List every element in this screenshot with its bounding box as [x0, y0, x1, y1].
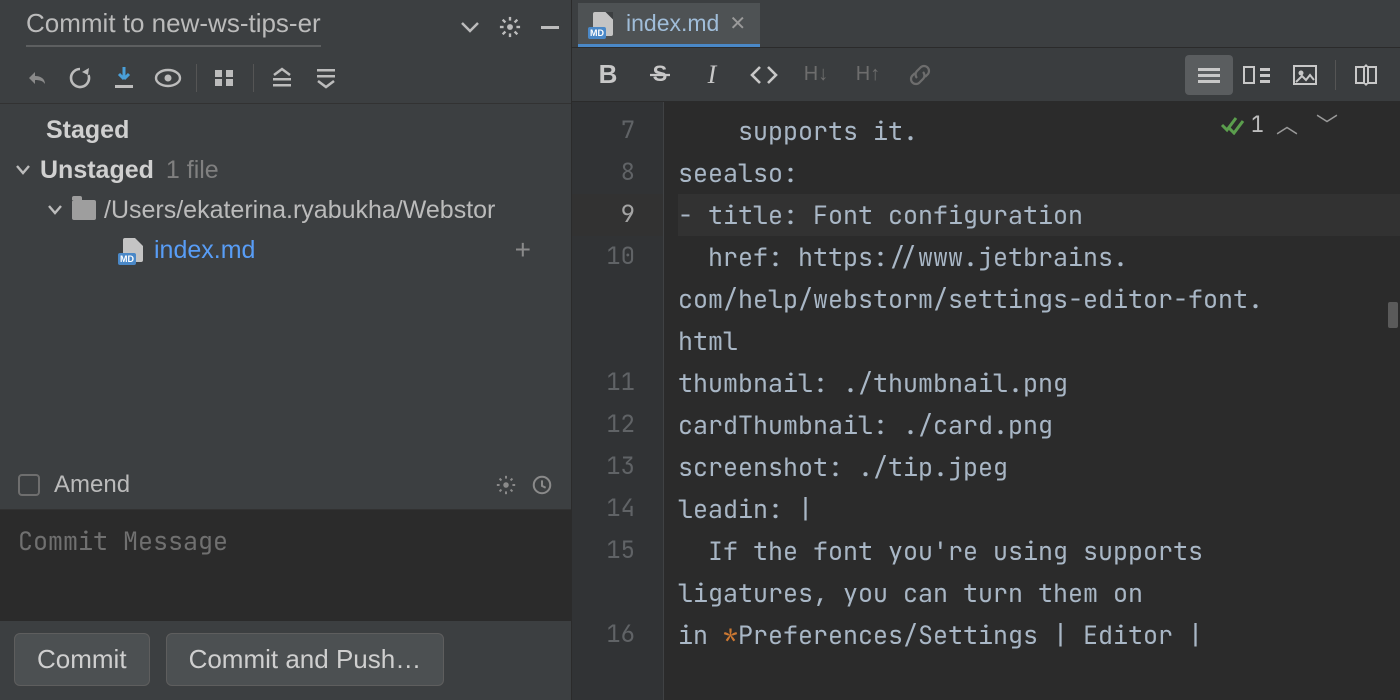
line-number: 12 [572, 404, 663, 446]
strikethrough-icon[interactable]: S [634, 55, 686, 95]
commit-history-icon[interactable] [531, 474, 553, 496]
italic-icon[interactable]: I [686, 55, 738, 95]
code-line: href: https://www.jetbrains. [678, 236, 1400, 278]
code-line: If the font you're using supports [678, 530, 1400, 572]
markdown-toolbar: B S I H↓ H↑ [572, 48, 1400, 102]
unstaged-count: 1 file [166, 156, 219, 185]
link-icon [894, 55, 946, 95]
line-number [572, 278, 663, 320]
code-line: thumbnail: ./thumbnail.png [678, 362, 1400, 404]
tab-index-md[interactable]: MD index.md ✕ [578, 3, 760, 47]
collapse-all-icon[interactable] [306, 60, 346, 96]
commit-options-gear-icon[interactable] [495, 474, 517, 496]
amend-row: Amend [0, 461, 571, 509]
editor-area: MD index.md ✕ B S I H↓ H↑ 7 8 9 10 11 [572, 0, 1400, 700]
bold-icon[interactable]: B [582, 55, 634, 95]
commit-button[interactable]: Commit [14, 633, 150, 686]
code-line: - title: Font configuration [678, 194, 1400, 236]
markdown-file-icon: MD [120, 237, 146, 263]
next-highlight-icon[interactable]: ﹀ [1310, 108, 1344, 140]
code-line: html [678, 320, 1400, 362]
refresh-icon[interactable] [60, 60, 100, 96]
path-node[interactable]: /Users/ekaterina.ryabukha/Webstor [0, 190, 571, 230]
preview-diff-icon[interactable] [148, 60, 188, 96]
commit-tool-window: Commit to new-ws-tips-er Staged [0, 0, 572, 700]
minimize-icon[interactable] [539, 16, 561, 38]
line-number [572, 320, 663, 362]
amend-checkbox[interactable] [18, 474, 40, 496]
inspection-ok-icon [1219, 113, 1245, 135]
code-line: com/help/webstorm/settings-editor-font. [678, 278, 1400, 320]
folder-icon [72, 200, 96, 220]
header-decrease-icon: H↓ [790, 55, 842, 95]
line-number: 9 [572, 194, 663, 236]
code-line: in *Preferences/Settings | Editor | [678, 614, 1400, 656]
code-line: cardThumbnail: ./card.png [678, 404, 1400, 446]
editor-tab-bar: MD index.md ✕ [572, 0, 1400, 48]
code-line: screenshot: ./tip.jpeg [678, 446, 1400, 488]
group-by-icon[interactable] [205, 60, 245, 96]
code-line: leadin: | [678, 488, 1400, 530]
line-number: 8 [572, 152, 663, 194]
chevron-down-icon [46, 204, 64, 216]
header-increase-icon: H↑ [842, 55, 894, 95]
code-line: ligatures, you can turn them on [678, 572, 1400, 614]
unstaged-node[interactable]: Unstaged 1 file [0, 150, 571, 190]
close-tab-icon[interactable]: ✕ [729, 11, 746, 36]
code-area[interactable]: 1 ︿ ﹀ supports it. seealso: - title: Fon… [664, 102, 1400, 700]
settings-gear-icon[interactable] [499, 16, 521, 38]
stage-download-icon[interactable] [104, 60, 144, 96]
commit-message-area: Commit Commit and Push… [0, 509, 571, 700]
line-number: 7 [572, 110, 663, 152]
path-label: /Users/ekaterina.ryabukha/Webstor [104, 196, 495, 225]
markdown-file-icon: MD [590, 11, 616, 37]
inspection-count: 1 [1251, 110, 1264, 139]
stage-file-plus-icon[interactable]: + [515, 234, 555, 266]
line-number: 10 [572, 236, 663, 278]
commit-message-input[interactable] [0, 510, 571, 622]
tab-label: index.md [626, 10, 719, 37]
branch-switch-chevron-icon[interactable] [459, 16, 481, 38]
scrollbar-thumb[interactable] [1388, 302, 1398, 328]
commit-header: Commit to new-ws-tips-er [0, 0, 571, 52]
inspection-indicator[interactable]: 1 ︿ ﹀ [1219, 108, 1344, 140]
staged-label: Staged [46, 116, 129, 145]
chevron-down-icon [14, 164, 32, 176]
scroll-sync-icon[interactable] [1342, 55, 1390, 95]
line-number: 11 [572, 362, 663, 404]
commit-toolbar [0, 52, 571, 104]
markdown-bold-marker: * [723, 618, 738, 652]
editor-body: 7 8 9 10 11 12 13 14 15 16 1 ︿ ﹀ support… [572, 102, 1400, 700]
line-number: 16 [572, 614, 663, 656]
line-number [572, 572, 663, 614]
gutter: 7 8 9 10 11 12 13 14 15 16 [572, 102, 664, 700]
staged-node[interactable]: Staged [0, 110, 571, 150]
line-number: 15 [572, 530, 663, 572]
rollback-icon[interactable] [16, 60, 56, 96]
prev-highlight-icon[interactable]: ︿ [1270, 108, 1304, 140]
code-line: seealso: [678, 152, 1400, 194]
expand-all-icon[interactable] [262, 60, 302, 96]
commit-and-push-button[interactable]: Commit and Push… [166, 633, 445, 686]
commit-branch-selector[interactable]: Commit to new-ws-tips-er [26, 8, 321, 47]
view-editor-preview-icon[interactable] [1233, 55, 1281, 95]
amend-label: Amend [54, 471, 130, 499]
file-label: index.md [154, 236, 255, 265]
line-number: 14 [572, 488, 663, 530]
changes-tree: Staged Unstaged 1 file /Users/ekaterina.… [0, 104, 571, 270]
view-preview-only-icon[interactable] [1281, 55, 1329, 95]
view-editor-only-icon[interactable] [1185, 55, 1233, 95]
unstaged-label: Unstaged [40, 156, 154, 185]
line-number: 13 [572, 446, 663, 488]
code-icon[interactable] [738, 55, 790, 95]
file-node[interactable]: MD index.md + [0, 230, 571, 270]
